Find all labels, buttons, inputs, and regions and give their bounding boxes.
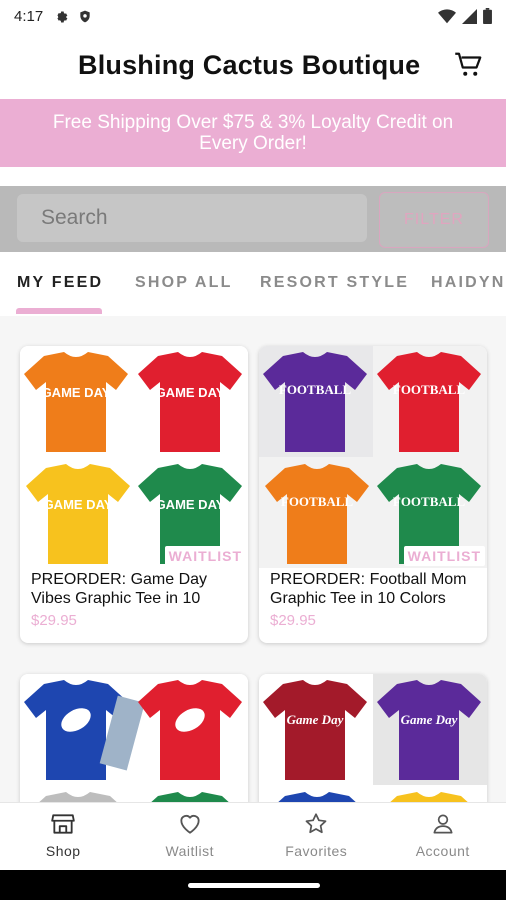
filter-button[interactable]: FILTER	[379, 192, 489, 248]
wifi-icon	[438, 8, 456, 23]
person-icon	[433, 814, 453, 834]
store-icon	[51, 814, 76, 834]
bottom-navigation: Shop Waitlist Favorites Account	[0, 802, 506, 871]
product-card[interactable]: FOOTBALL FOOTBALL FOOTBALL FOOTBALL WAIT…	[259, 346, 487, 643]
category-tabs: MY FEED SHOP ALL RESORT STYLE HAIDYN	[0, 262, 506, 317]
shirt-graphic: GAME DAY	[156, 385, 225, 400]
home-gesture-handle[interactable]	[188, 883, 320, 888]
product-image: GAME DAY GAME DAY GAME DAY GAME DAY WAIT…	[20, 346, 248, 568]
filter-label: FILTER	[404, 211, 464, 228]
app-bar: Blushing Cactus Boutique	[0, 40, 506, 92]
battery-icon	[483, 8, 492, 24]
search-placeholder: Search	[41, 206, 108, 229]
status-time: 4:17	[14, 7, 44, 25]
shirt-graphic: Game Day	[287, 712, 344, 727]
shirt-graphic: GAME DAY	[42, 385, 111, 400]
tshirt-collage-image: FOOTBALL FOOTBALL FOOTBALL FOOTBALL	[259, 346, 487, 568]
status-bar: 4:17	[0, 0, 506, 32]
tshirt-collage-image: Game Day Game Day	[259, 674, 487, 802]
promo-text: Free Shipping Over $75 & 3% Loyalty Cred…	[52, 112, 454, 154]
active-tab-indicator	[16, 308, 102, 314]
system-gesture-bar	[0, 870, 506, 900]
heart-icon	[180, 815, 200, 834]
product-card[interactable]: Game Day Game Day	[259, 674, 487, 802]
shirt-graphic: FOOTBALL	[279, 382, 352, 397]
nav-favorites[interactable]: Favorites	[253, 803, 380, 871]
product-name: PREORDER: Football Mom Graphic Tee in 10…	[270, 571, 467, 607]
nav-label: Account	[415, 843, 470, 859]
tshirt-collage-image	[20, 674, 248, 802]
shirt-graphic: FOOTBALL	[393, 494, 466, 509]
app-title: Blushing Cactus Boutique	[78, 50, 421, 80]
tab-haidyn[interactable]: HAIDYN	[431, 274, 506, 292]
shirt-graphic: Game Day	[401, 712, 458, 727]
promo-banner[interactable]: Free Shipping Over $75 & 3% Loyalty Cred…	[0, 99, 506, 167]
tab-my-feed[interactable]: MY FEED	[17, 274, 103, 292]
shirt-graphic: FOOTBALL	[281, 494, 354, 509]
star-icon	[305, 813, 327, 834]
search-bar: Search FILTER	[0, 186, 506, 252]
product-image: Game Day Game Day	[259, 674, 487, 802]
shirt-graphic: GAME DAY	[156, 497, 225, 512]
nav-label: Favorites	[285, 843, 348, 859]
shield-icon	[80, 10, 90, 22]
shirt-graphic: GAME DAY	[44, 497, 113, 512]
nav-account[interactable]: Account	[380, 803, 506, 871]
shirt-graphic: FOOTBALL	[393, 382, 466, 397]
nav-label: Waitlist	[165, 843, 215, 859]
nav-label: Shop	[45, 843, 81, 859]
waitlist-badge: WAITLIST	[164, 546, 246, 566]
cart-icon[interactable]	[454, 50, 484, 80]
product-price: $29.95	[31, 612, 77, 629]
signal-icon	[462, 8, 477, 24]
tab-resort-style[interactable]: RESORT STYLE	[260, 274, 409, 292]
tab-shop-all[interactable]: SHOP ALL	[135, 274, 233, 292]
product-price: $29.95	[270, 612, 316, 629]
product-card[interactable]: GAME DAY GAME DAY GAME DAY GAME DAY WAIT…	[20, 346, 248, 643]
tshirt-collage-image: GAME DAY GAME DAY GAME DAY GAME DAY	[20, 346, 248, 568]
product-grid: GAME DAY GAME DAY GAME DAY GAME DAY WAIT…	[0, 316, 506, 802]
search-input[interactable]: Search	[17, 194, 367, 242]
nav-shop[interactable]: Shop	[0, 803, 127, 871]
nav-waitlist[interactable]: Waitlist	[127, 803, 254, 871]
waitlist-badge: WAITLIST	[403, 546, 485, 566]
product-card[interactable]	[20, 674, 248, 802]
product-name: PREORDER: Game Day Vibes Graphic Tee in …	[31, 571, 208, 607]
settings-gear-icon	[57, 11, 68, 22]
product-image: FOOTBALL FOOTBALL FOOTBALL FOOTBALL WAIT…	[259, 346, 487, 568]
product-image	[20, 674, 248, 802]
